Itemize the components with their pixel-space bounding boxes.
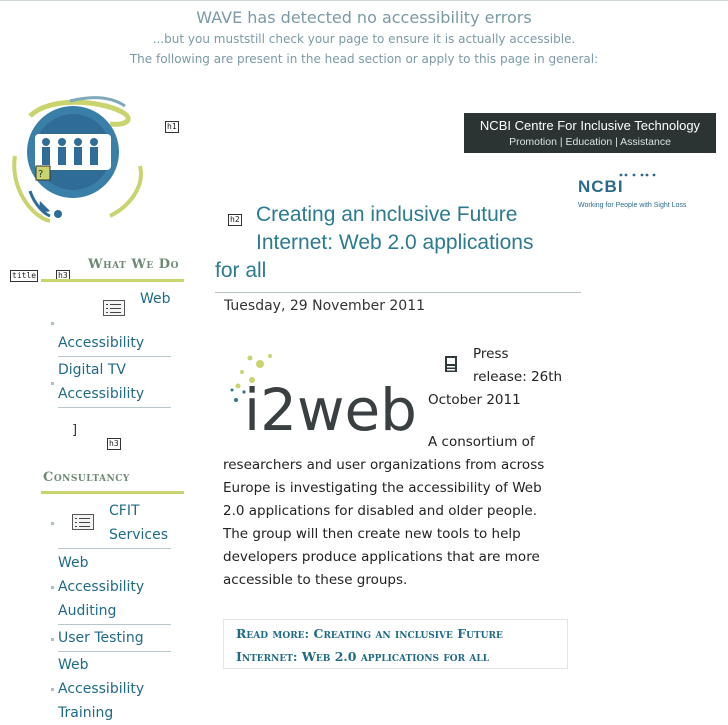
sidebar-separator: [58, 624, 171, 625]
sidebar-heading-rule: [41, 279, 184, 282]
sidebar-item-label: Services: [109, 527, 169, 543]
bullet-icon: [51, 586, 54, 589]
sidebar-item-digital-tv[interactable]: Digital TV Accessibility: [58, 358, 144, 406]
wave-head-section-note: The following are present in the head se…: [129, 52, 599, 66]
wave-subline: ...but you muststill check your page to …: [152, 32, 576, 46]
sidebar-item-label: Accessibility: [58, 386, 145, 402]
bullet-icon: [51, 688, 54, 691]
article-title-line: Creating an inclusive Future: [256, 203, 518, 226]
body-line: accessible to these groups.: [223, 572, 408, 588]
post-date: Tuesday, 29 November 2011: [224, 298, 426, 314]
sidebar-item-label: Web: [140, 291, 171, 307]
read-more-link[interactable]: Read more: Creating an inclusive Future …: [223, 619, 568, 669]
press-line: Press: [473, 346, 509, 362]
body-line: A consortium of: [428, 434, 535, 450]
sidebar-heading-rule: [41, 491, 184, 494]
bullet-icon: [51, 638, 54, 641]
sidebar-item-cfit-services[interactable]: CFIT Services: [109, 499, 168, 547]
sidebar-item-web-accessibility-training[interactable]: Web Accessibility Training: [58, 653, 144, 725]
body-line: The group will then create new tools to …: [223, 526, 521, 542]
sidebar-separator: [58, 356, 171, 357]
sidebar-item-label: CFIT: [109, 503, 140, 519]
ncbi-wordmark: NCBI: [578, 177, 624, 196]
sidebar-item-label: Web: [58, 657, 89, 673]
article-title[interactable]: Creating an inclusive Future Internet: W…: [215, 201, 595, 285]
ncbi-centre-title: NCBI Centre For Inclusive Technology: [479, 118, 701, 133]
body-line: Europe is investigating the accessibilit…: [223, 480, 542, 496]
bullet-icon: [51, 322, 54, 325]
site-logo[interactable]: ?: [10, 96, 160, 236]
sidebar-item-label: Accessibility: [58, 335, 145, 351]
sidebar-separator: [58, 651, 171, 652]
bullet-icon: [51, 522, 54, 525]
press-release-note: Press release: 26th: [473, 343, 562, 389]
article-title-line: for all: [215, 259, 267, 282]
sidebar-item-web-accessibility-cont[interactable]: Accessibility: [58, 331, 144, 355]
ncbi-centre-banner[interactable]: NCBI Centre For Inclusive Technology Pro…: [464, 113, 716, 153]
wave-bracket-marker: ]: [72, 423, 78, 438]
braille-dots-icon: [619, 173, 656, 177]
press-line: October 2011: [428, 392, 521, 408]
bullet-icon: [51, 382, 54, 385]
sidebar-item-label: Web: [58, 555, 89, 571]
ncbi-centre-subtitle: Promotion | Education | Assistance: [509, 136, 671, 148]
ncbi-logo[interactable]: NCBI Working for People with Sight Loss: [578, 172, 718, 212]
sidebar-item-label: Digital TV: [58, 362, 126, 378]
sidebar-heading-what-we-do: What We Do: [88, 257, 179, 272]
i2web-wordmark: i2web: [244, 376, 417, 440]
body-line: developers produce applications that are…: [223, 549, 540, 565]
wave-h1-icon: h1: [165, 121, 179, 133]
sidebar-item-web-accessibility-auditing[interactable]: Web Accessibility Auditing: [58, 551, 144, 623]
wave-summary-banner: WAVE has detected no accessibility error…: [0, 0, 728, 78]
article-title-line: Internet: Web 2.0 applications: [256, 231, 534, 254]
sidebar-item-label: Auditing: [58, 603, 117, 619]
sidebar-heading-consultancy: Consultancy: [43, 470, 130, 485]
press-release-date: October 2011: [428, 389, 521, 412]
press-line: release: 26th: [473, 369, 563, 385]
title-divider: [215, 292, 581, 293]
wave-headline: WAVE has detected no accessibility error…: [196, 8, 532, 27]
i2web-logo: i2web: [230, 354, 417, 440]
sidebar-item-label: Training: [58, 705, 114, 721]
wave-h3-icon: h3: [107, 438, 121, 450]
article-intro: A consortium of: [428, 431, 535, 454]
sidebar-separator: [58, 548, 171, 549]
read-more-line: Read more: Creating an inclusive Future: [236, 626, 503, 641]
sidebar-item-user-testing[interactable]: User Testing: [58, 626, 144, 650]
sidebar-item-web-accessibility[interactable]: Web: [140, 287, 171, 311]
list-icon: [72, 514, 94, 530]
body-line: 2.0 applications for disabled and older …: [223, 503, 537, 519]
sidebar-item-label: Accessibility: [58, 681, 145, 697]
wave-title-icon: title: [10, 270, 39, 282]
svg-text:?: ?: [38, 169, 43, 180]
list-icon: [103, 300, 125, 316]
press-release-icon: [445, 356, 457, 372]
sidebar-separator: [58, 407, 171, 408]
sidebar-item-label: Accessibility: [58, 579, 145, 595]
article-body: researchers and user organizations from …: [223, 454, 544, 592]
sidebar-item-label: User Testing: [58, 630, 144, 646]
read-more-line: Internet: Web 2.0 applications for all: [236, 649, 490, 664]
body-line: researchers and user organizations from …: [223, 457, 545, 473]
